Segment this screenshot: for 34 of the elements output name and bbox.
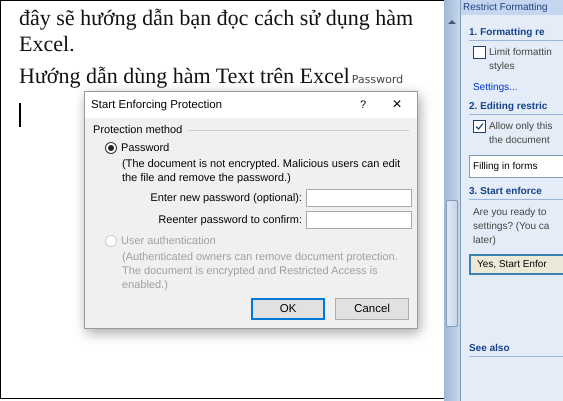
checkbox-label[interactable]: Allow only this the document — [489, 120, 552, 148]
body-text: đây sẽ hướng dẫn bạn đọc cách sử dụng hàm — [19, 5, 414, 30]
password-field[interactable] — [306, 189, 412, 207]
pane-title: Restrict Formatting — [461, 0, 563, 15]
section-heading: 2. Editing restric — [469, 99, 563, 115]
section-heading: See also — [469, 341, 563, 357]
close-button[interactable]: × — [377, 96, 417, 114]
help-button[interactable]: ? — [349, 99, 377, 111]
label-text: Password — [352, 72, 404, 88]
dialog-button[interactable]: Cancel — [335, 298, 409, 320]
dialog-button[interactable]: OK — [251, 298, 325, 320]
section-heading: 3. Start enforce — [469, 184, 563, 200]
checkbox-label[interactable]: Limit formattin styles — [489, 46, 552, 74]
start-enforcing-button[interactable]: Yes, Start Enfor — [469, 254, 563, 275]
group-label: Protection method — [93, 124, 182, 136]
option-note: (Authenticated owners can remove document protection. The document is encrypted and Restricted Access is enabled.) — [122, 250, 399, 292]
scrollbar[interactable] — [444, 0, 460, 401]
checkbox[interactable] — [473, 46, 486, 59]
dropdown[interactable]: Filling in forms — [469, 155, 563, 178]
option-label[interactable]: Password — [121, 142, 170, 154]
body-text: Excel. — [19, 31, 75, 56]
section-heading: 1. Formatting re — [469, 25, 563, 41]
radio-button[interactable] — [105, 142, 117, 154]
dialog-title: Start Enforcing Protection — [91, 99, 224, 111]
password-field[interactable] — [306, 211, 412, 229]
checkbox[interactable] — [473, 120, 486, 133]
field-label: Reenter password to confirm: — [158, 214, 302, 226]
field-label: Enter new password (optional): — [150, 192, 302, 204]
heading-text: Hướng dẫn dùng hàm Text trên Excel — [19, 63, 350, 89]
text-cursor — [19, 103, 21, 127]
settings-link[interactable]: Settings... — [473, 82, 518, 93]
description-text: Are you ready to settings? (You ca later) — [472, 206, 550, 248]
option-note: (The document is not encrypted. Malicious users can edit the file and remove the password.) — [122, 157, 402, 185]
scrollbar-thumb[interactable] — [446, 200, 458, 327]
